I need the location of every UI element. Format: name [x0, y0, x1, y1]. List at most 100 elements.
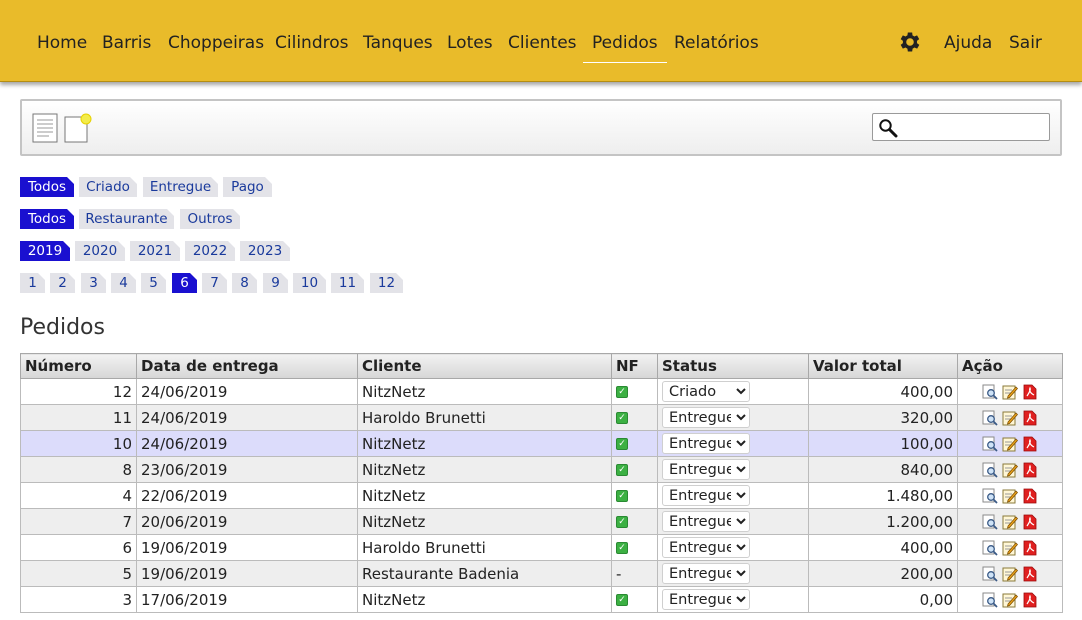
col-header-valor[interactable]: Valor total — [808, 353, 958, 379]
filter-status-pago[interactable]: Pago — [223, 177, 272, 197]
view-icon[interactable] — [982, 384, 998, 400]
status-select[interactable]: Criado — [662, 381, 750, 402]
col-header-cliente[interactable]: Cliente — [357, 353, 612, 379]
filter-client-todos[interactable]: Todos — [20, 209, 74, 229]
filter-month-5[interactable]: 5 — [141, 273, 166, 293]
filter-month-10[interactable]: 10 — [293, 273, 326, 293]
top-nav-bar: Home Barris Choppeiras Cilindros Tanques… — [0, 0, 1082, 82]
filter-year-2022[interactable]: 2022 — [185, 241, 235, 261]
filter-status-todos[interactable]: Todos — [20, 177, 74, 197]
status-select[interactable]: Entregue — [662, 433, 750, 454]
pdf-icon[interactable] — [1022, 488, 1038, 504]
status-select[interactable]: Entregue — [662, 407, 750, 428]
table-row[interactable]: 7 20/06/2019 NitzNetz ✓ Entregue 1.200,00 — [20, 508, 1063, 535]
nav-pedidos[interactable]: Pedidos — [583, 33, 667, 63]
filter-month-4[interactable]: 4 — [111, 273, 136, 293]
nf-check-icon: ✓ — [616, 464, 628, 476]
view-icon[interactable] — [982, 436, 998, 452]
view-icon[interactable] — [982, 410, 998, 426]
status-select[interactable]: Entregue — [662, 563, 750, 584]
filter-month-12[interactable]: 12 — [370, 273, 403, 293]
filter-status-criado[interactable]: Criado — [79, 177, 137, 197]
nav-home[interactable]: Home — [37, 33, 87, 53]
search-input[interactable] — [899, 116, 1047, 138]
pdf-icon[interactable] — [1022, 566, 1038, 582]
pdf-icon[interactable] — [1022, 436, 1038, 452]
search-field[interactable] — [872, 113, 1050, 141]
document-list-icon[interactable] — [32, 113, 58, 143]
edit-icon[interactable] — [1002, 410, 1018, 426]
view-icon[interactable] — [982, 566, 998, 582]
table-row[interactable]: 5 19/06/2019 Restaurante Badenia - Entregue 2… — [20, 560, 1063, 587]
edit-icon[interactable] — [1002, 384, 1018, 400]
filter-year-2021[interactable]: 2021 — [130, 241, 180, 261]
nav-lotes[interactable]: Lotes — [447, 33, 493, 53]
edit-icon[interactable] — [1002, 566, 1018, 582]
edit-icon[interactable] — [1002, 462, 1018, 478]
help-link[interactable]: Ajuda — [944, 33, 992, 53]
status-select[interactable]: Entregue — [662, 485, 750, 506]
pdf-icon[interactable] — [1022, 514, 1038, 530]
table-row[interactable]: 3 17/06/2019 NitzNetz ✓ Entregue 0,00 — [20, 586, 1063, 613]
table-row[interactable]: 12 24/06/2019 NitzNetz ✓ Criado 400,00 — [20, 378, 1063, 405]
new-document-icon[interactable] — [64, 113, 94, 143]
edit-icon[interactable] — [1002, 488, 1018, 504]
gear-icon[interactable] — [897, 29, 923, 55]
nav-cilindros[interactable]: Cilindros — [275, 33, 348, 53]
table-row[interactable]: 10 24/06/2019 NitzNetz ✓ Entregue 100,00 — [20, 430, 1063, 457]
status-select[interactable]: Entregue — [662, 459, 750, 480]
view-icon[interactable] — [982, 462, 998, 478]
filter-status-entregue[interactable]: Entregue — [143, 177, 218, 197]
edit-icon[interactable] — [1002, 436, 1018, 452]
nav-choppeiras[interactable]: Choppeiras — [168, 33, 264, 53]
table-row[interactable]: 8 23/06/2019 NitzNetz ✓ Entregue 840,00 — [20, 456, 1063, 483]
cell-valor-total: 1.200,00 — [808, 508, 958, 535]
pdf-icon[interactable] — [1022, 410, 1038, 426]
filter-month-9[interactable]: 9 — [263, 273, 288, 293]
table-row[interactable]: 6 19/06/2019 Haroldo Brunetti ✓ Entregue 400,… — [20, 534, 1063, 561]
filter-month-6[interactable]: 6 — [172, 273, 197, 293]
pdf-icon[interactable] — [1022, 540, 1038, 556]
filter-month-11[interactable]: 11 — [331, 273, 364, 293]
status-select[interactable]: Entregue — [662, 589, 750, 610]
cell-data-entrega: 24/06/2019 — [136, 404, 358, 431]
view-icon[interactable] — [982, 488, 998, 504]
nav-barris[interactable]: Barris — [102, 33, 151, 53]
pdf-icon[interactable] — [1022, 592, 1038, 608]
edit-icon[interactable] — [1002, 514, 1018, 530]
orders-table: Número Data de entrega Cliente NF Status… — [20, 353, 1063, 613]
filter-month-3[interactable]: 3 — [81, 273, 106, 293]
filter-month-7[interactable]: 7 — [202, 273, 227, 293]
view-icon[interactable] — [982, 514, 998, 530]
cell-data-entrega: 24/06/2019 — [136, 378, 358, 405]
status-select[interactable]: Entregue — [662, 511, 750, 532]
filter-year-2020[interactable]: 2020 — [75, 241, 125, 261]
logout-link[interactable]: Sair — [1009, 33, 1042, 53]
nav-relatorios[interactable]: Relatórios — [674, 33, 759, 53]
table-row[interactable]: 4 22/06/2019 NitzNetz ✓ Entregue 1.480,00 — [20, 482, 1063, 509]
filter-year-2023[interactable]: 2023 — [240, 241, 290, 261]
col-header-nf[interactable]: NF — [611, 353, 658, 379]
filter-year-2019[interactable]: 2019 — [20, 241, 70, 261]
cell-cliente: NitzNetz — [357, 378, 612, 405]
status-select[interactable]: Entregue — [662, 537, 750, 558]
nav-clientes[interactable]: Clientes — [508, 33, 577, 53]
cell-numero: 6 — [20, 534, 137, 561]
col-header-numero[interactable]: Número — [20, 353, 137, 379]
table-row[interactable]: 11 24/06/2019 Haroldo Brunetti ✓ Entregue 320… — [20, 404, 1063, 431]
filter-month-1[interactable]: 1 — [20, 273, 45, 293]
view-icon[interactable] — [982, 592, 998, 608]
cell-status: Entregue — [657, 560, 809, 587]
filter-client-restaurante[interactable]: Restaurante — [79, 209, 174, 229]
nav-tanques[interactable]: Tanques — [363, 33, 433, 53]
pdf-icon[interactable] — [1022, 384, 1038, 400]
view-icon[interactable] — [982, 540, 998, 556]
edit-icon[interactable] — [1002, 540, 1018, 556]
filter-month-2[interactable]: 2 — [50, 273, 75, 293]
col-header-data[interactable]: Data de entrega — [136, 353, 358, 379]
filter-month-8[interactable]: 8 — [232, 273, 257, 293]
filter-client-outros[interactable]: Outros — [180, 209, 240, 229]
col-header-status[interactable]: Status — [657, 353, 809, 379]
pdf-icon[interactable] — [1022, 462, 1038, 478]
edit-icon[interactable] — [1002, 592, 1018, 608]
